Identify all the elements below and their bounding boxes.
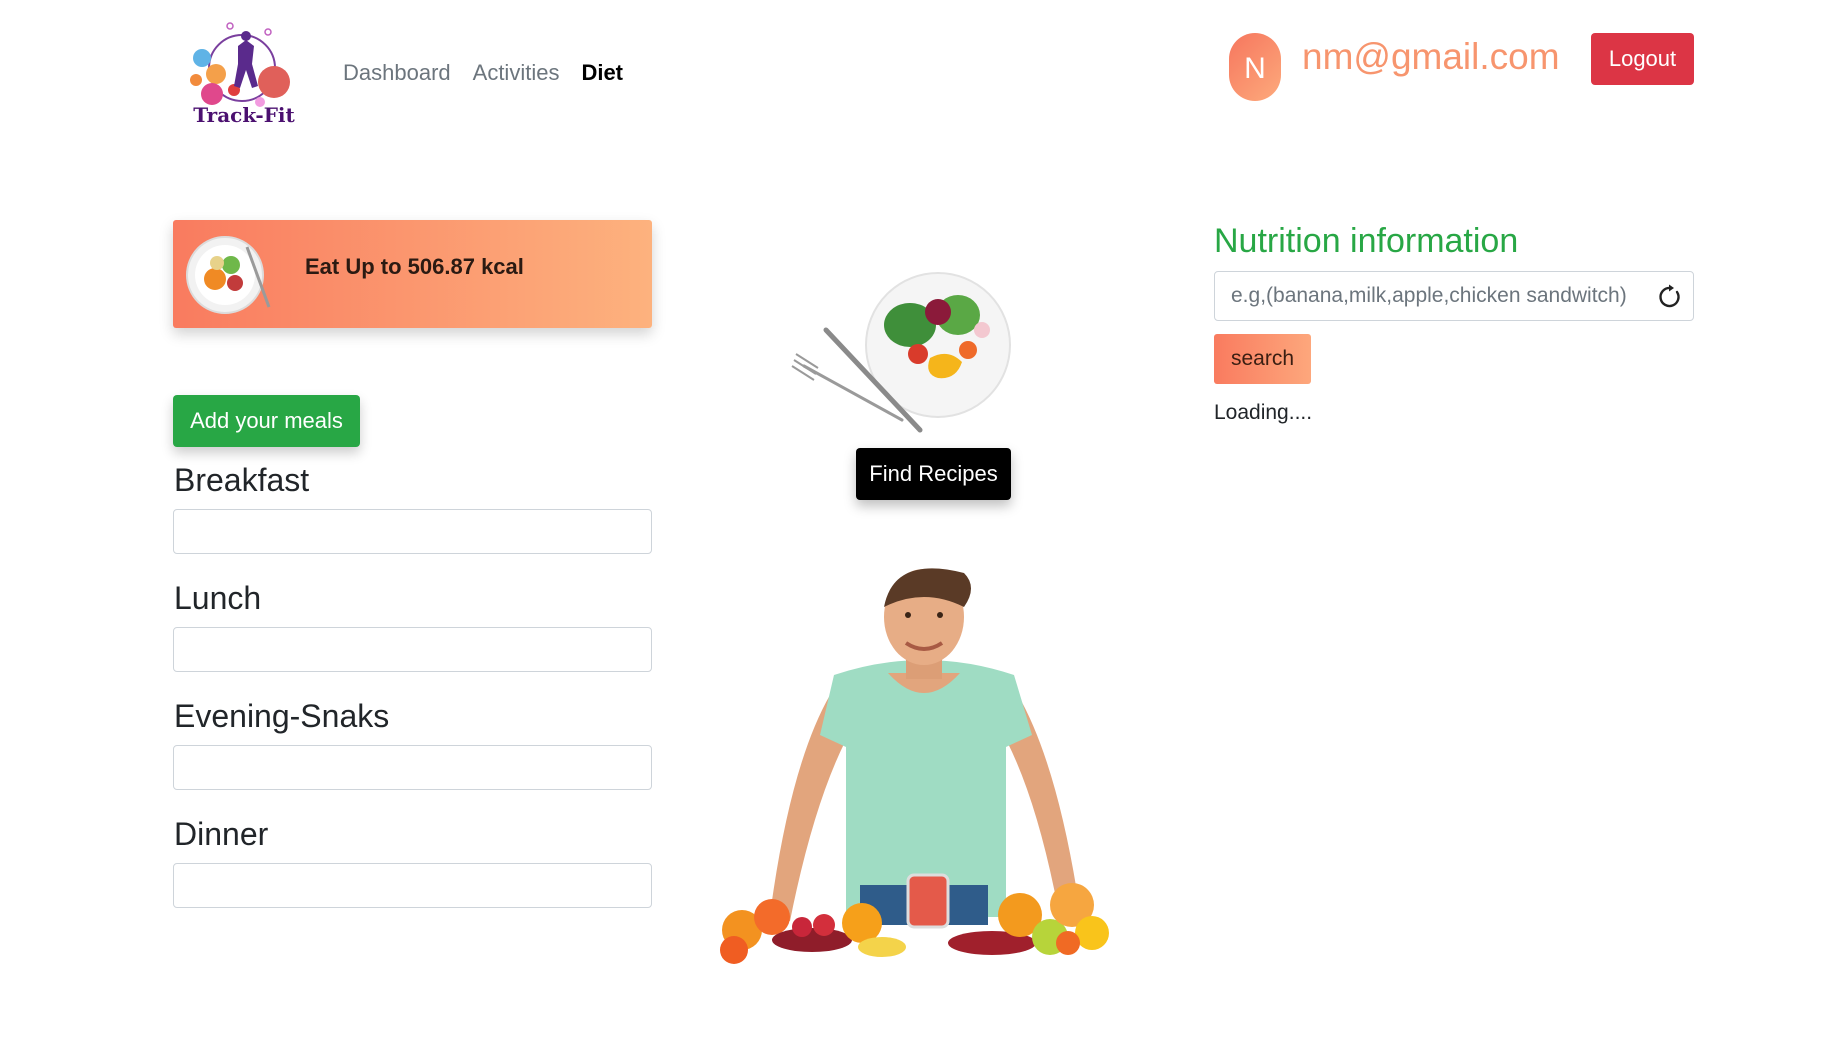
main-nav: Dashboard Activities Diet (343, 60, 623, 86)
nutrition-search-input[interactable] (1215, 272, 1693, 320)
user-avatar: N (1229, 33, 1281, 101)
dinner-input[interactable] (173, 863, 652, 908)
nav-link-diet[interactable]: Diet (581, 60, 623, 86)
breakfast-input[interactable] (173, 509, 652, 554)
nutrition-search-button[interactable]: search (1214, 334, 1311, 384)
evening-snacks-input[interactable] (173, 745, 652, 790)
salad-plate-image (791, 272, 1011, 433)
dinner-label: Dinner (174, 816, 269, 852)
user-email: nm@gmail.com (1302, 36, 1560, 77)
breakfast-label: Breakfast (174, 462, 310, 498)
calorie-goal-card: Eat Up to 506.87 kcal (173, 220, 652, 328)
brand-name: Track-Fit (193, 103, 295, 127)
refresh-icon[interactable] (1657, 284, 1683, 310)
add-meals-button[interactable]: Add your meals (173, 395, 360, 447)
nutrition-title: Nutrition information (1214, 222, 1519, 260)
nutrition-search-box (1214, 271, 1694, 321)
nav-link-activities[interactable]: Activities (473, 60, 560, 86)
man-with-fruits-image (720, 568, 1109, 964)
calorie-goal-text: Eat Up to 506.87 kcal (305, 254, 524, 279)
meal-plate-image (186, 236, 271, 314)
logout-button[interactable]: Logout (1591, 33, 1694, 85)
evening-snacks-label: Evening-Snaks (174, 698, 390, 734)
lunch-input[interactable] (173, 627, 652, 672)
brand-logo[interactable]: Track-Fit (182, 18, 306, 130)
nav-link-dashboard[interactable]: Dashboard (343, 60, 451, 86)
lunch-label: Lunch (174, 580, 262, 616)
find-recipes-button[interactable]: Find Recipes (856, 448, 1011, 500)
nutrition-loading-status: Loading.... (1214, 401, 1313, 424)
